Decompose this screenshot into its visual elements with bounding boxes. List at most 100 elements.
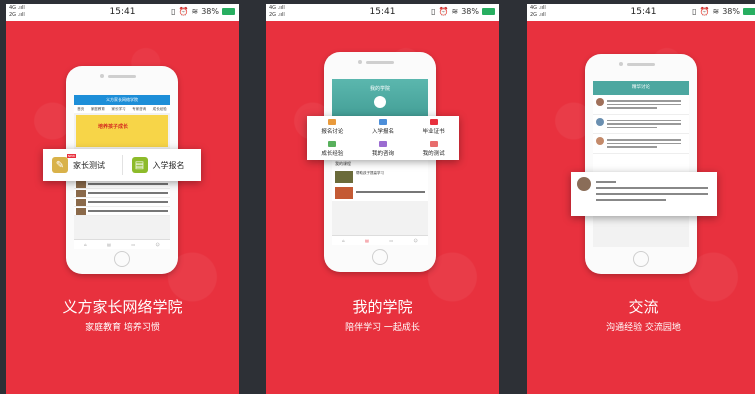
menu-item-discussion[interactable]: 报名讨论 <box>307 116 358 138</box>
phone-screen: 精华讨论 <box>593 81 689 247</box>
speaker <box>366 61 394 64</box>
home-tab-icon[interactable]: ⌂ <box>84 242 87 247</box>
home-tab-icon[interactable]: ⌂ <box>342 238 345 243</box>
panel-subtitle: 陪伴学习 一起成长 <box>345 323 420 333</box>
avatar <box>374 96 386 108</box>
status-bar: 4G .ııll 2G .ııll 15:41 ▯ ⏰ ≋ 38% <box>6 4 239 21</box>
promo-panel-my-college: 4G .ııll 2G .ııll 15:41 ▯ ⏰ ≋ 38% 我的学院 我的… <box>266 4 499 394</box>
post-text-line <box>596 199 666 201</box>
book-tab-icon[interactable]: ▤ <box>365 238 369 243</box>
bottom-nav: ⌂ ▤ ▭ ☺ <box>74 239 170 249</box>
wifi-icon: ≋ <box>712 7 720 16</box>
course-title: 帮助孩子提高学习 <box>356 171 384 175</box>
wifi-icon: ≋ <box>191 7 199 16</box>
post-text-line <box>596 187 708 189</box>
course-label: 我的课程 <box>332 159 428 169</box>
avatar <box>596 98 604 106</box>
chat-tab-icon[interactable]: ▭ <box>131 242 135 247</box>
screen-tab[interactable]: 首页 <box>77 107 84 112</box>
user-tab-icon[interactable]: ☺ <box>414 238 418 243</box>
alarm-icon: ⏰ <box>438 7 449 16</box>
alarm-icon: ⏰ <box>699 7 710 16</box>
battery-icon <box>743 8 755 15</box>
quick-actions-popup: ✎ NEW 家长测试 ▤ 入学报名 <box>43 149 201 181</box>
panel-subtitle: 沟通经验 交流园地 <box>606 323 681 333</box>
camera-icon <box>358 60 362 64</box>
enroll-button[interactable]: ▤ 入学报名 <box>123 149 202 181</box>
form-icon: ▤ <box>131 157 148 173</box>
parent-test-button[interactable]: ✎ NEW 家长测试 <box>43 149 122 181</box>
screen-tabs: 首页 家庭教育 家长学习 专家咨询 成长经验 <box>74 105 170 113</box>
vibrate-icon: ▯ <box>431 7 436 16</box>
course-item[interactable] <box>332 185 428 201</box>
menu-item-experience[interactable]: 成长经验 <box>307 138 358 160</box>
discussion-post[interactable] <box>593 95 689 115</box>
battery-level: 38% <box>201 7 219 16</box>
parent-test-label: 家长测试 <box>73 160 105 170</box>
new-badge: NEW <box>66 154 76 158</box>
phone-mockup: 我的学院 我的课程 帮助孩子提高学习 ⌂ ▤ ▭ ☺ <box>324 52 436 272</box>
panel-title: 交流 <box>628 298 659 316</box>
chat-tab-icon[interactable]: ▭ <box>389 238 393 243</box>
screen-tab[interactable]: 成长经验 <box>153 107 167 112</box>
list-item[interactable] <box>74 207 170 216</box>
certificate-icon <box>429 119 438 125</box>
book-icon <box>328 141 337 147</box>
list-item[interactable] <box>74 189 170 198</box>
bottom-nav: ⌂ ▤ ▭ ☺ <box>332 235 428 245</box>
screen-tab[interactable]: 专家咨询 <box>132 107 146 112</box>
screen-header: 义方家长网络学院 <box>74 95 170 105</box>
list-item[interactable] <box>74 180 170 189</box>
avatar <box>577 177 591 191</box>
panel-title: 我的学院 <box>352 298 413 316</box>
test-icon <box>429 141 438 147</box>
status-bar: 4G .ııll 2G .ııll 15:41 ▯ ⏰ ≋ 38% <box>266 4 499 21</box>
question-icon <box>378 141 387 147</box>
chat-icon <box>328 119 337 125</box>
phone-screen: 我的学院 我的课程 帮助孩子提高学习 ⌂ ▤ ▭ ☺ <box>332 79 428 245</box>
featured-post-popup[interactable] <box>571 172 717 216</box>
menu-item-enroll[interactable]: 入学报名 <box>358 116 409 138</box>
phone-mockup: 精华讨论 <box>585 54 697 274</box>
battery-icon <box>482 8 495 15</box>
pencil-icon: ✎ NEW <box>52 154 76 173</box>
menu-item-consult[interactable]: 我的咨询 <box>358 138 409 160</box>
discussion-post[interactable] <box>593 134 689 154</box>
menu-item-test[interactable]: 我的测试 <box>408 138 459 160</box>
camera-icon <box>100 74 104 78</box>
home-button <box>372 249 388 265</box>
wifi-icon: ≋ <box>451 7 459 16</box>
promo-panel-exchange: 4G .ııll 2G .ııll 15:41 ▯ ⏰ ≋ 38% 精华讨论 交… <box>527 4 755 394</box>
menu-item-certificate[interactable]: 毕业证书 <box>408 116 459 138</box>
book-tab-icon[interactable]: ▤ <box>107 242 111 247</box>
banner-text: 培养孩子成长 <box>98 124 129 130</box>
my-college-menu-popup: 报名讨论 入学报名 毕业证书 成长经验 我的咨询 我的测试 <box>307 116 459 160</box>
alarm-icon: ⏰ <box>178 7 189 16</box>
avatar <box>596 117 604 126</box>
speaker <box>108 75 136 78</box>
home-button <box>114 251 130 267</box>
panel-title: 义方家长网络学院 <box>62 298 183 316</box>
discussion-post[interactable] <box>593 114 689 134</box>
form-icon <box>378 119 387 125</box>
vibrate-icon: ▯ <box>171 7 176 16</box>
vibrate-icon: ▯ <box>692 7 697 16</box>
screen-banner[interactable]: 培养孩子成长 <box>76 115 168 147</box>
screen-header: 我的学院 <box>369 86 390 92</box>
battery-icon <box>222 8 235 15</box>
avatar <box>596 137 604 145</box>
promo-panel-college: 4G .ııll 2G .ııll 15:41 ▯ ⏰ ≋ 38% 义方家长网络学… <box>6 4 239 394</box>
enroll-label: 入学报名 <box>152 160 185 170</box>
battery-level: 38% <box>722 7 740 16</box>
camera-icon <box>619 62 623 66</box>
user-tab-icon[interactable]: ☺ <box>156 242 160 247</box>
panel-subtitle: 家庭教育 培养习惯 <box>85 323 160 333</box>
author-name <box>596 181 616 183</box>
screen-tab[interactable]: 家长学习 <box>111 107 125 112</box>
list-item[interactable] <box>74 198 170 207</box>
screen-header: 精华讨论 <box>593 81 689 95</box>
status-bar: 4G .ııll 2G .ııll 15:41 ▯ ⏰ ≋ 38% <box>527 4 755 21</box>
course-item[interactable]: 帮助孩子提高学习 <box>332 169 428 185</box>
screen-tab[interactable]: 家庭教育 <box>91 107 105 112</box>
speaker <box>627 63 655 66</box>
